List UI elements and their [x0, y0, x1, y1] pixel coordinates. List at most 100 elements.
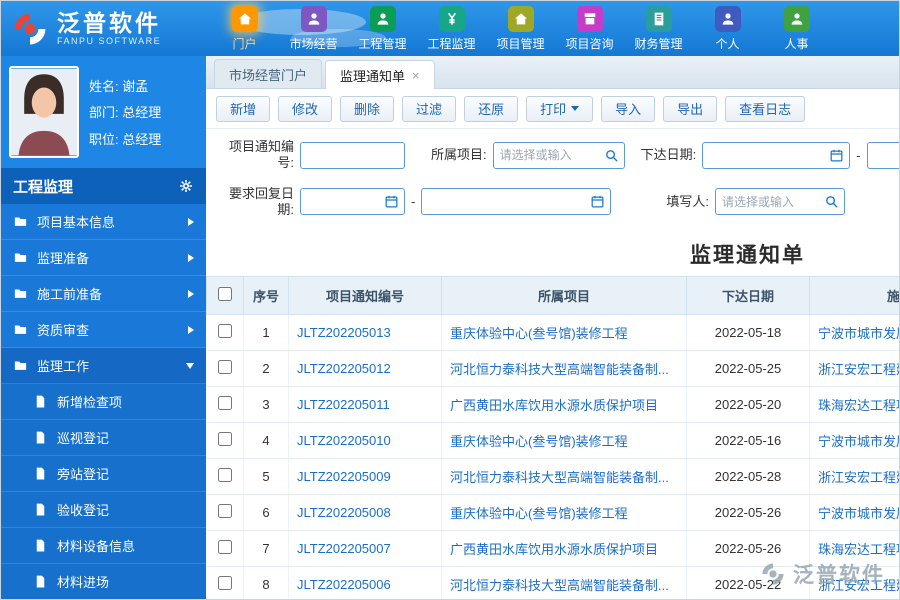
- row-checkbox[interactable]: [218, 396, 232, 410]
- issue-date-to-field[interactable]: [867, 142, 899, 169]
- notice-code-link[interactable]: JLTZ202205010: [297, 433, 391, 448]
- calendar-icon[interactable]: [829, 148, 844, 163]
- topnav-item-market[interactable]: 市场经营: [279, 6, 348, 52]
- table-row[interactable]: 3 JLTZ202205011 广西黄田水库饮用水源水质保护项目 2022-05…: [207, 387, 900, 423]
- project-input[interactable]: [494, 143, 604, 168]
- reply-date-to-field[interactable]: [421, 188, 611, 215]
- sidebar-item-supervision-prep[interactable]: 监理准备: [1, 240, 206, 276]
- project-select-field[interactable]: [493, 142, 625, 169]
- notice-code-link[interactable]: JLTZ202205006: [297, 577, 391, 592]
- sidebar-subitem-material-equipment-info[interactable]: 材料设备信息: [1, 528, 206, 564]
- view-log-button[interactable]: 查看日志: [725, 96, 805, 122]
- writer-select-field[interactable]: [715, 188, 845, 215]
- row-checkbox[interactable]: [218, 468, 232, 482]
- project-link[interactable]: 广西黄田水库饮用水源水质保护项目: [450, 398, 658, 413]
- table-row[interactable]: 8 JLTZ202205006 河北恒力泰科技大型高端智能装备制... 2022…: [207, 567, 900, 600]
- notice-code-link[interactable]: JLTZ202205011: [297, 397, 390, 412]
- project-link[interactable]: 重庆体验中心(叁号馆)装修工程: [450, 326, 628, 341]
- calendar-icon[interactable]: [384, 194, 399, 209]
- sidebar-subitem-patrol-register[interactable]: 巡视登记: [1, 420, 206, 456]
- row-checkbox[interactable]: [218, 324, 232, 338]
- delete-button[interactable]: 删除: [340, 96, 394, 122]
- project-link[interactable]: 重庆体验中心(叁号馆)装修工程: [450, 506, 628, 521]
- tab-supervision-notice[interactable]: 监理通知单 ×: [325, 60, 435, 89]
- reply-date-to-input[interactable]: [422, 189, 590, 214]
- project-link[interactable]: 河北恒力泰科技大型高端智能装备制...: [450, 578, 669, 593]
- row-checkbox[interactable]: [218, 576, 232, 590]
- sidebar-item-project-basic-info[interactable]: 项目基本信息: [1, 204, 206, 240]
- notice-code-link[interactable]: JLTZ202205009: [297, 469, 391, 484]
- row-checkbox[interactable]: [218, 432, 232, 446]
- folder-icon: [13, 250, 28, 265]
- sidebar-subitem-acceptance-register[interactable]: 验收登记: [1, 492, 206, 528]
- topnav-item-personal[interactable]: 个人: [693, 6, 762, 52]
- table-row[interactable]: 5 JLTZ202205009 河北恒力泰科技大型高端智能装备制... 2022…: [207, 459, 900, 495]
- export-button[interactable]: 导出: [663, 96, 717, 122]
- table-row[interactable]: 4 JLTZ202205010 重庆体验中心(叁号馆)装修工程 2022-05-…: [207, 423, 900, 459]
- notice-code-link[interactable]: JLTZ202205007: [297, 541, 391, 556]
- issue-date: 2022-05-26: [687, 531, 810, 567]
- unit-link[interactable]: 浙江安宏工程建设...: [818, 470, 899, 485]
- unit-link[interactable]: 宁波市城市发展集...: [818, 506, 899, 521]
- edit-button[interactable]: 修改: [278, 96, 332, 122]
- topnav-item-hr[interactable]: 人事: [762, 6, 831, 52]
- close-icon[interactable]: ×: [412, 69, 420, 82]
- sidebar-subitem-material-entry[interactable]: 材料进场: [1, 564, 206, 599]
- issue-date-from-field[interactable]: [702, 142, 850, 169]
- row-checkbox[interactable]: [218, 360, 232, 374]
- sidebar-item-supervision-work[interactable]: 监理工作: [1, 348, 206, 384]
- issue-date-from-input[interactable]: [703, 143, 829, 168]
- import-button[interactable]: 导入: [601, 96, 655, 122]
- table-row[interactable]: 6 JLTZ202205008 重庆体验中心(叁号馆)装修工程 2022-05-…: [207, 495, 900, 531]
- unit-link[interactable]: 宁波市城市发展集...: [818, 326, 899, 341]
- sidebar-subitem-side-station-register[interactable]: 旁站登记: [1, 456, 206, 492]
- market-person-icon: [301, 6, 327, 32]
- calendar-icon[interactable]: [590, 194, 605, 209]
- project-link[interactable]: 广西黄田水库饮用水源水质保护项目: [450, 542, 658, 557]
- table-row[interactable]: 2 JLTZ202205012 河北恒力泰科技大型高端智能装备制... 2022…: [207, 351, 900, 387]
- notice-code-link[interactable]: JLTZ202205008: [297, 505, 391, 520]
- file-icon: [33, 466, 48, 481]
- topnav-item-supervision[interactable]: 工程监理: [417, 6, 486, 52]
- sidebar-item-qualification-review[interactable]: 资质审查: [1, 312, 206, 348]
- writer-input[interactable]: [716, 189, 824, 214]
- sidebar-item-preconstruction-prep[interactable]: 施工前准备: [1, 276, 206, 312]
- reply-date-from-field[interactable]: [300, 188, 405, 215]
- search-icon[interactable]: [824, 194, 839, 209]
- sidebar-section-header[interactable]: 工程监理: [1, 168, 206, 204]
- notice-code-link[interactable]: JLTZ202205013: [297, 325, 391, 340]
- unit-link[interactable]: 珠海宏达工程项目...: [818, 398, 899, 413]
- print-button[interactable]: 打印: [526, 96, 593, 122]
- table-row[interactable]: 1 JLTZ202205013 重庆体验中心(叁号馆)装修工程 2022-05-…: [207, 315, 900, 351]
- row-checkbox[interactable]: [218, 540, 232, 554]
- notice-no-input[interactable]: [300, 142, 405, 169]
- notice-code-link[interactable]: JLTZ202205012: [297, 361, 391, 376]
- sidebar-subitem-add-check-item[interactable]: 新增检查项: [1, 384, 206, 420]
- reply-date-from-input[interactable]: [301, 189, 384, 214]
- unit-link[interactable]: 珠海宏达工程项目...: [818, 542, 899, 557]
- gear-icon[interactable]: [178, 178, 194, 194]
- project-link[interactable]: 河北恒力泰科技大型高端智能装备制...: [450, 470, 669, 485]
- topnav-item-finance[interactable]: 财务管理: [624, 6, 693, 52]
- issue-date-to-input[interactable]: [868, 143, 899, 168]
- topnav-item-project-mgmt[interactable]: 项目管理: [486, 6, 555, 52]
- search-icon[interactable]: [604, 148, 619, 163]
- topnav-item-consulting[interactable]: 项目咨询: [555, 6, 624, 52]
- tab-market-portal[interactable]: 市场经营门户: [214, 59, 322, 88]
- project-link[interactable]: 河北恒力泰科技大型高端智能装备制...: [450, 362, 669, 377]
- add-button[interactable]: 新增: [216, 96, 270, 122]
- table-row[interactable]: 7 JLTZ202205007 广西黄田水库饮用水源水质保护项目 2022-05…: [207, 531, 900, 567]
- row-checkbox[interactable]: [218, 504, 232, 518]
- reset-button[interactable]: 还原: [464, 96, 518, 122]
- unit-link[interactable]: 宁波市城市发展集...: [818, 434, 899, 449]
- select-all-checkbox[interactable]: [218, 287, 232, 301]
- unit-link[interactable]: 浙江安宏工程建设...: [818, 362, 899, 377]
- topnav-item-portal[interactable]: 门户: [210, 6, 279, 52]
- issue-date: 2022-05-22: [687, 567, 810, 600]
- folder-icon: [13, 322, 28, 337]
- issue-date: 2022-05-26: [687, 495, 810, 531]
- topnav-item-engineering-mgmt[interactable]: 工程管理: [348, 6, 417, 52]
- filter-button[interactable]: 过滤: [402, 96, 456, 122]
- unit-link[interactable]: 浙江安宏工程建...: [818, 578, 899, 593]
- project-link[interactable]: 重庆体验中心(叁号馆)装修工程: [450, 434, 628, 449]
